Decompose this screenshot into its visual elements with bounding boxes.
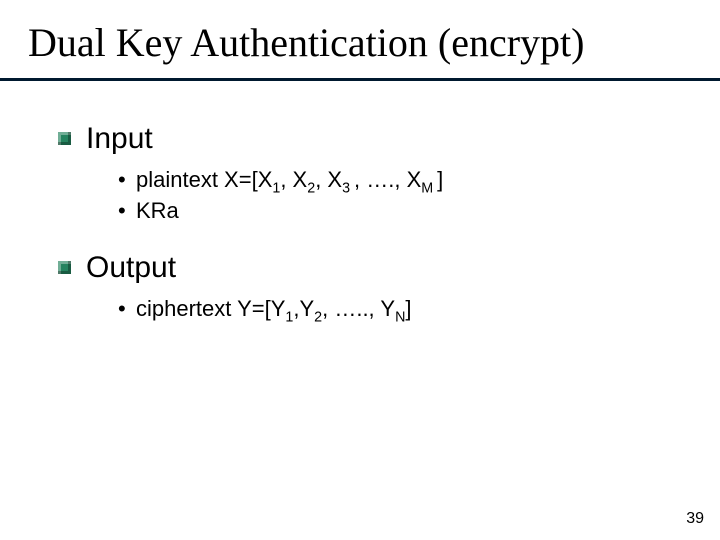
plaintext-part4: ]: [437, 167, 443, 192]
ciphertext-part2: , ….., Y: [322, 296, 395, 321]
bullet-output-label: Output: [86, 251, 176, 284]
bullet-input: Input: [86, 120, 686, 158]
ciphertext-part3: ]: [405, 296, 411, 321]
ciphertext-part1: ,Y: [293, 296, 314, 321]
ciphertext-sub2: 2: [314, 309, 322, 325]
dot-bullet-icon: •: [118, 195, 126, 227]
bullet-input-label: Input: [86, 122, 153, 155]
bullet-output: Output: [86, 249, 686, 287]
input-items: • plaintext X=[X1, X2, X3 , …., XM ] • K…: [118, 164, 686, 228]
page-number: 39: [686, 510, 704, 528]
plaintext-sub3: 3: [342, 180, 354, 196]
square-bullet-icon: [58, 132, 71, 145]
square-bullet-icon: [58, 261, 71, 274]
input-item-kra: • KRa: [118, 195, 686, 227]
plaintext-part1: , X: [280, 167, 307, 192]
plaintext-sub4: M: [421, 180, 437, 196]
ciphertext-sub3: N: [395, 309, 405, 325]
input-item-plaintext: • plaintext X=[X1, X2, X3 , …., XM ]: [118, 164, 686, 196]
dot-bullet-icon: •: [118, 293, 126, 325]
ciphertext-part0: ciphertext Y=[Y: [136, 296, 285, 321]
output-item-ciphertext: • ciphertext Y=[Y1,Y2, ….., YN]: [118, 293, 686, 325]
plaintext-part3: , …., X: [354, 167, 421, 192]
slide-title: Dual Key Authentication (encrypt): [28, 22, 688, 64]
plaintext-part0: plaintext X=[X: [136, 167, 272, 192]
plaintext-sub2: 2: [307, 180, 315, 196]
slide-body: Input • plaintext X=[X1, X2, X3 , …., XM…: [86, 120, 686, 347]
dot-bullet-icon: •: [118, 164, 126, 196]
output-items: • ciphertext Y=[Y1,Y2, ….., YN]: [118, 293, 686, 325]
plaintext-part2: , X: [315, 167, 342, 192]
title-underline: [0, 78, 720, 81]
slide: Dual Key Authentication (encrypt) Input …: [0, 0, 720, 540]
kra-text: KRa: [136, 198, 179, 223]
